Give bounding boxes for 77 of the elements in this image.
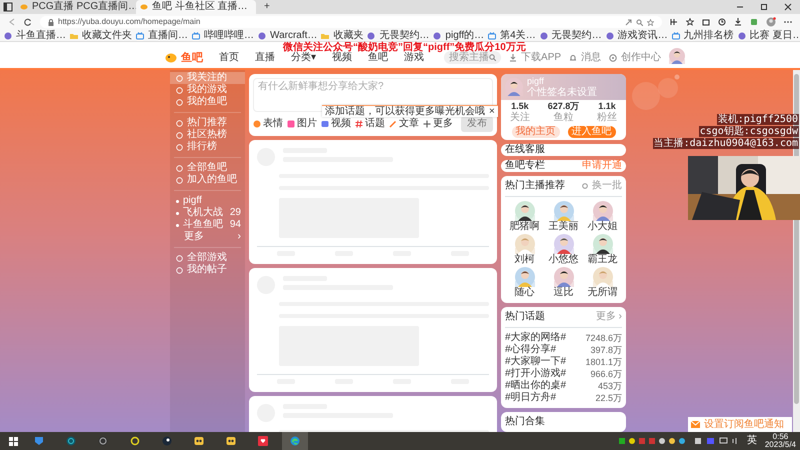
overlay-text: csgo钥匙:csgosgdw: [698, 126, 799, 137]
address-bar[interactable]: https://yuba.douyu.com/homepage/main: [40, 16, 662, 28]
tooltip: 添加话题，可以获得更多曝光机会哦 ×: [322, 105, 498, 117]
toolbar-button[interactable]: 视频: [321, 118, 351, 130]
stat-label: 粉丝: [597, 112, 618, 124]
side-card[interactable]: 鱼吧专栏 申请开通: [501, 160, 626, 172]
topic-count: 22.5万: [595, 392, 622, 404]
user-bio: 个性签名未设置: [527, 87, 597, 99]
toolbar-button[interactable]: 话题: [355, 118, 385, 130]
topic-link[interactable]: #打开小游戏#: [505, 368, 566, 380]
toolbar-button[interactable]: 更多: [423, 118, 453, 130]
topic-link[interactable]: #大家聊一下#: [505, 356, 566, 368]
toolbar-button[interactable]: 文章: [389, 118, 419, 130]
streamer-name[interactable]: 肥猪啊: [510, 221, 540, 233]
stat-label: 鱼粒: [553, 112, 574, 124]
browser-tab[interactable]: 鱼吧 斗鱼社区 直播…: [136, 0, 256, 14]
topic-count: 1801.1万: [585, 356, 622, 368]
promo-text: 微信关注公众号“酸奶电竞”回复“pigff”免费瓜分10万元: [283, 42, 526, 53]
bookmark[interactable]: 直播间…: [136, 30, 188, 42]
card-title: 热门合集: [505, 416, 545, 427]
topic-link[interactable]: #晒出你的桌#: [505, 380, 566, 392]
bookmark[interactable]: 九州排名榜: [672, 30, 734, 42]
side-card[interactable]: 在线客服: [501, 144, 626, 156]
topic-count: 966.6万: [590, 368, 622, 380]
bookmark[interactable]: 游戏资讯…: [606, 30, 668, 42]
nav-link[interactable]: 首页: [219, 52, 239, 64]
input-method-indicator[interactable]: 英: [742, 435, 761, 447]
stat-label: 关注: [510, 112, 530, 124]
clock-date: 2023/5/4: [764, 441, 796, 449]
bookmark[interactable]: pigff的…: [433, 30, 484, 42]
topic-count: 453万: [598, 380, 622, 392]
bookmark[interactable]: 无畏契约…: [540, 30, 602, 42]
stat-value: 1.1k: [598, 100, 616, 112]
streamer-name[interactable]: 刘柯: [514, 254, 534, 266]
topic-count: 7248.6万: [585, 332, 622, 344]
header-action[interactable]: 下载APP: [509, 52, 562, 64]
nav-link[interactable]: 游戏: [404, 52, 424, 64]
nav-link[interactable]: 鱼吧: [368, 52, 388, 64]
header-action[interactable]: 创作中心: [609, 52, 662, 64]
streamer-name[interactable]: 小大姐: [588, 221, 618, 233]
streamer-name[interactable]: 无所谓: [588, 287, 618, 299]
toolbar-button[interactable]: 表情: [253, 118, 283, 130]
bookmark[interactable]: 第4关…: [488, 30, 536, 42]
nav-link[interactable]: 视频: [332, 52, 352, 64]
url-text: https://yuba.douyu.com/homepage/main: [58, 16, 202, 28]
header-action[interactable]: 消息: [569, 52, 602, 64]
bookmark[interactable]: 斗鱼直播…: [4, 30, 66, 42]
overlay-text: 装机:pigff2500: [716, 114, 799, 125]
topic-link[interactable]: #心得分享#: [505, 344, 556, 356]
bookmark[interactable]: 收藏夹: [321, 30, 364, 42]
card-title: 热门主播推荐: [505, 180, 565, 192]
bookmark[interactable]: 哔哩哔哩…: [192, 30, 254, 42]
streamer-name[interactable]: 随心: [514, 287, 534, 299]
bookmark[interactable]: Warcraft…: [258, 30, 318, 42]
stat-value: 627.8万: [548, 100, 580, 112]
clock-time: 0:56: [772, 433, 790, 441]
streamer-name[interactable]: 逗比: [554, 287, 574, 299]
nav-link[interactable]: 分类▾: [291, 52, 316, 64]
bookmark[interactable]: 收藏文件夹: [70, 30, 132, 42]
streamer-name[interactable]: 霸王龙: [588, 254, 618, 266]
card-title: 鱼吧专栏: [505, 160, 545, 172]
bookmark[interactable]: 比赛 夏日…: [738, 30, 800, 42]
overlay-text: 当主播:daizhu0904@163.com: [652, 138, 799, 149]
user-name: pigff: [527, 75, 545, 86]
streamer-name[interactable]: 王美丽: [548, 221, 578, 233]
new-tab-button[interactable]: +: [256, 0, 278, 14]
logo-text: 鱼吧: [181, 52, 203, 64]
bookmark[interactable]: 无畏契约…: [367, 30, 430, 42]
topic-count: 397.8万: [590, 344, 622, 356]
streamer-name[interactable]: 小悠悠: [548, 254, 578, 266]
card-title: 在线客服: [505, 144, 545, 156]
toolbar-button[interactable]: 图片: [287, 118, 317, 130]
nav-link[interactable]: 直播: [255, 52, 275, 64]
stat-value: 1.5k: [511, 100, 529, 112]
topic-link[interactable]: #大家的网络#: [505, 332, 566, 344]
topic-link[interactable]: #明日方舟#: [505, 392, 556, 404]
card-title: 热门话题: [505, 311, 545, 323]
